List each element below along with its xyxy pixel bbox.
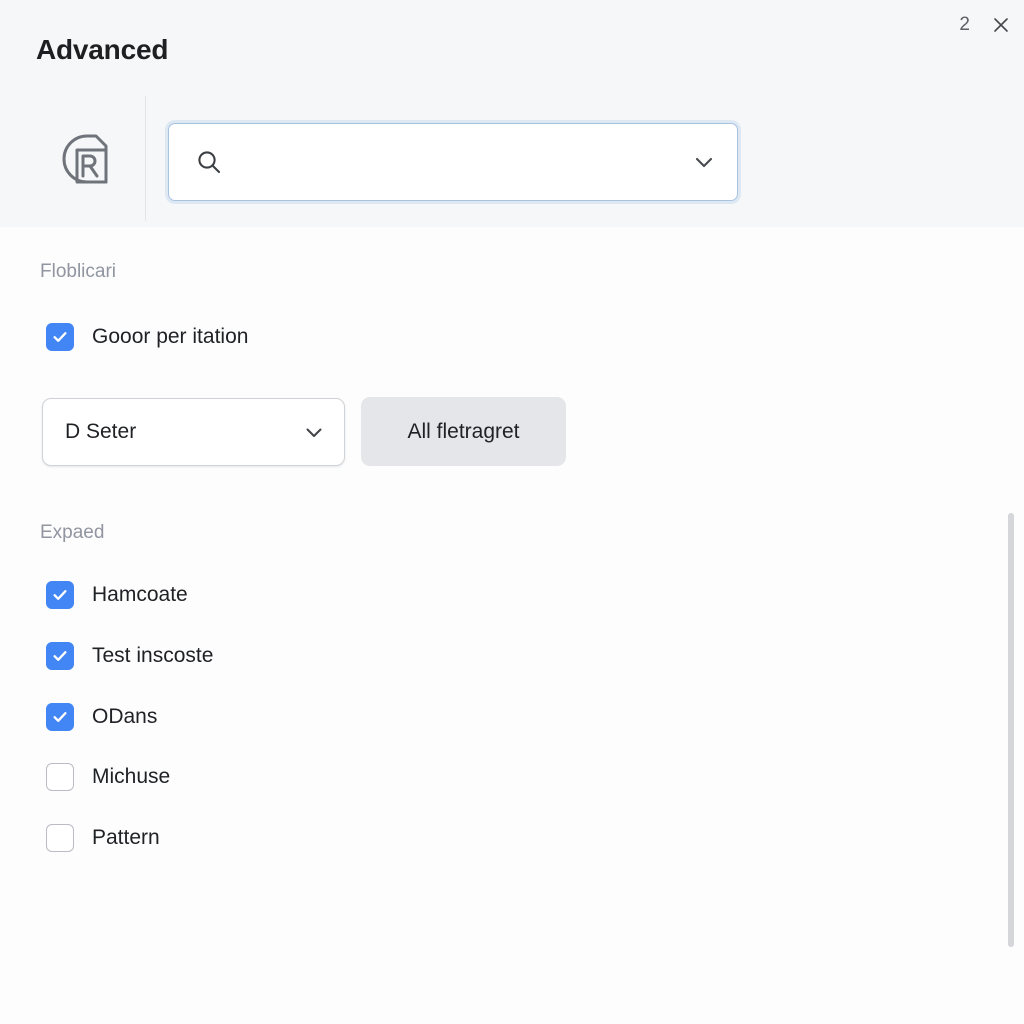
checkbox-label: Michuse (92, 765, 171, 788)
checkbox-label: Gooor per itation (92, 325, 249, 348)
checkbox-row-gooor-per-itation[interactable]: Gooor per itation (46, 321, 248, 353)
document-r-icon (56, 128, 110, 190)
scrollbar-thumb[interactable] (1008, 513, 1014, 947)
checkbox-label: Pattern (92, 826, 160, 849)
checkbox-checked-icon[interactable] (46, 642, 74, 670)
checkbox-row-michuse[interactable]: Michuse (46, 761, 170, 793)
search-field-container[interactable] (168, 123, 738, 202)
page-title: Advanced (36, 34, 169, 65)
checkbox-checked-icon[interactable] (46, 581, 74, 609)
section-label-floblicari: Floblicari (40, 261, 117, 282)
checkbox-row-test-inscoste[interactable]: Test inscoste (46, 640, 213, 672)
checkbox-unchecked-icon[interactable] (46, 824, 74, 852)
checkbox-label: Test inscoste (92, 644, 214, 667)
select-d-seter[interactable]: D Seter (42, 398, 345, 466)
window-titlebar: Advanced 2 (0, 0, 1024, 90)
checkbox-row-pattern[interactable]: Pattern (46, 822, 160, 854)
checkbox-checked-icon[interactable] (46, 703, 74, 731)
checkbox-label: Hamcoate (92, 583, 188, 606)
select-value: D Seter (65, 420, 137, 443)
close-icon[interactable] (986, 10, 1016, 40)
checkbox-label: ODans (92, 705, 158, 728)
checkbox-row-odans[interactable]: ODans (46, 701, 157, 733)
checkbox-row-hamcoate[interactable]: Hamcoate (46, 579, 188, 611)
search-icon (195, 148, 223, 176)
window-count-badge: 2 (959, 14, 970, 35)
advanced-settings-window: Advanced 2 Floblicari Gooor per itation … (0, 0, 1024, 1024)
section-label-expaed: Expaed (40, 522, 105, 543)
all-fletragret-button[interactable]: All fletragret (361, 397, 566, 466)
checkbox-unchecked-icon[interactable] (46, 763, 74, 791)
vertical-scrollbar[interactable] (1008, 513, 1014, 947)
header-divider (145, 96, 146, 221)
chevron-down-icon[interactable] (691, 149, 717, 175)
window-controls: 2 (959, 8, 1016, 42)
search-input[interactable] (235, 124, 689, 202)
chevron-down-icon[interactable] (302, 420, 326, 444)
checkbox-checked-icon[interactable] (46, 323, 74, 351)
